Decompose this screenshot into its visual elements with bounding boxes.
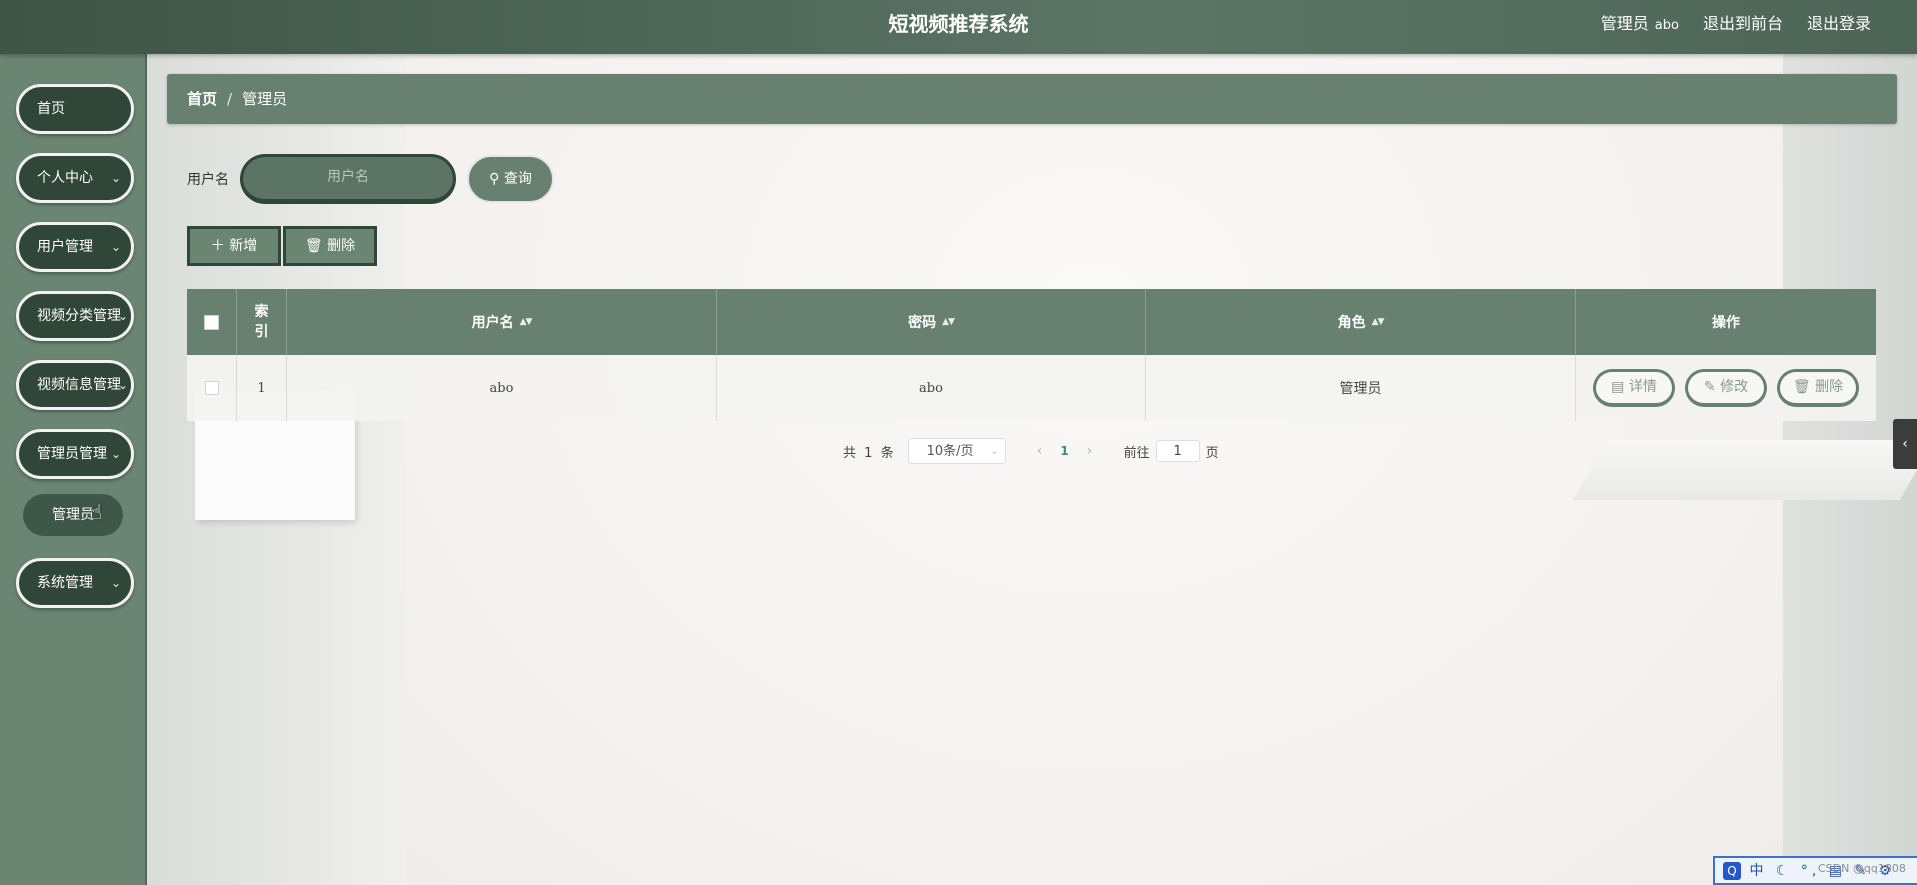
chevron-left-icon: ‹ <box>1902 436 1908 452</box>
trash-icon: 🗑 <box>304 238 323 254</box>
row-delete-button[interactable]: 🗑 删除 <box>1777 369 1859 407</box>
row-actions: ▤ 详情 ✎ 修改 🗑 删除 <box>1576 355 1876 421</box>
select-all-checkbox[interactable] <box>204 314 219 330</box>
sidebar-item-label: 用户管理 <box>37 239 93 255</box>
table-header: 索引 用户名 ▲▼ 密码 ▲▼ 角色 ▲▼ 操作 <box>187 289 1876 355</box>
admin-table: 索引 用户名 ▲▼ 密码 ▲▼ 角色 ▲▼ 操作 1 abo abo 管理员 ▤ 详情… <box>187 289 1876 421</box>
header-password-label: 密码 <box>908 315 937 331</box>
trash-icon: 🗑 <box>1792 379 1811 395</box>
search-icon: ⚲ <box>489 171 500 187</box>
batch-delete-button[interactable]: 🗑 删除 <box>283 226 377 266</box>
sidebar-item-video-categories[interactable]: 视频分类管理 ⌄ <box>16 291 134 341</box>
header-ops: 操作 <box>1576 289 1876 355</box>
background-shelf <box>1572 440 1917 500</box>
user-role: 管理员 <box>1600 14 1649 33</box>
search-label: 用户名 <box>187 172 229 188</box>
row-delete-button-label: 删除 <box>1815 379 1844 395</box>
logout-link[interactable]: 退出登录 <box>1807 0 1871 48</box>
breadcrumb: 首页 / 管理员 <box>167 74 1897 124</box>
header-role[interactable]: 角色 ▲▼ <box>1146 289 1576 355</box>
breadcrumb-current: 管理员 <box>242 90 288 108</box>
sidebar-item-label: 系统管理 <box>37 575 93 591</box>
row-password: abo <box>717 355 1146 421</box>
goto-suffix: 页 <box>1205 445 1219 461</box>
back-to-front-link[interactable]: 退出到前台 <box>1703 0 1783 48</box>
chevron-down-icon: ⌄ <box>110 240 121 254</box>
sidebar-item-admin-management[interactable]: 管理员管理 ⌄ <box>16 429 134 479</box>
plus-icon: ＋ <box>210 238 225 254</box>
document-icon: ▤ <box>1611 379 1625 395</box>
row-role: 管理员 <box>1146 355 1576 421</box>
watermark: CSDN @qq1808 <box>1818 862 1906 875</box>
breadcrumb-home[interactable]: 首页 <box>187 90 217 108</box>
row-index: 1 <box>237 355 287 421</box>
total-prefix: 共 <box>843 445 857 461</box>
sidebar-item-label: 个人中心 <box>37 170 93 186</box>
header-password[interactable]: 密码 ▲▼ <box>717 289 1146 355</box>
chevron-down-icon: ⌄ <box>110 447 121 461</box>
row-checkbox-cell <box>187 355 237 421</box>
delete-button-label: 删除 <box>327 238 356 254</box>
sort-icon[interactable]: ▲▼ <box>520 317 533 327</box>
sidebar-item-label: 管理员管理 <box>37 446 107 462</box>
chevron-down-icon: ⌄ <box>117 309 128 323</box>
page-size-value: 10条/页 <box>926 444 974 459</box>
sidebar-item-label: 视频分类管理 <box>37 308 121 324</box>
hand-cursor-icon: ☝ <box>90 500 103 524</box>
sidebar-subitem-admin[interactable]: 管理员 <box>23 494 123 536</box>
sidebar-item-label: 视频信息管理 <box>37 377 121 393</box>
top-bar: 短视频推荐系统 管理员 abo 退出到前台 退出登录 <box>0 0 1917 54</box>
header-ops-label: 操作 <box>1712 315 1740 331</box>
header-index-label: 索引 <box>254 304 269 340</box>
username-search-input[interactable]: 用户名 <box>240 154 456 204</box>
total-count: 1 <box>864 445 873 461</box>
chevron-down-icon: ⌄ <box>117 378 128 392</box>
collapse-panel-button[interactable]: ‹ <box>1893 419 1917 469</box>
edit-icon: ✎ <box>1703 379 1716 395</box>
breadcrumb-separator: / <box>227 90 233 108</box>
top-right-nav: 管理员 abo 退出到前台 退出登录 <box>1601 0 1871 48</box>
sort-icon[interactable]: ▲▼ <box>1372 317 1385 327</box>
header-index: 索引 <box>237 289 287 355</box>
goto-label: 前往 <box>1123 445 1150 461</box>
header-username[interactable]: 用户名 ▲▼ <box>287 289 717 355</box>
sidebar-item-system[interactable]: 系统管理 ⌄ <box>16 558 134 608</box>
sidebar-item-profile[interactable]: 个人中心 ⌄ <box>16 153 134 203</box>
detail-button[interactable]: ▤ 详情 <box>1593 369 1675 407</box>
page-size-select[interactable]: 10条/页 ⌄ <box>907 438 1006 464</box>
header-checkbox-cell <box>187 289 237 355</box>
prev-page-button[interactable]: ‹ <box>1028 443 1052 459</box>
row-checkbox[interactable] <box>204 381 219 395</box>
sidebar: 首页 个人中心 ⌄ 用户管理 ⌄ 视频分类管理 ⌄ 视频信息管理 ⌄ 管理员管理… <box>0 54 147 885</box>
edit-button[interactable]: ✎ 修改 <box>1685 369 1767 407</box>
current-user: 管理员 abo <box>1601 0 1679 48</box>
search-button[interactable]: ⚲ 查询 <box>467 155 554 203</box>
edit-button-label: 修改 <box>1720 379 1749 395</box>
pagination-total: 共 1 条 <box>843 442 894 461</box>
header-role-label: 角色 <box>1337 315 1366 331</box>
sort-icon[interactable]: ▲▼ <box>942 317 955 327</box>
sidebar-item-home[interactable]: 首页 <box>16 84 134 134</box>
row-username: abo <box>287 355 717 421</box>
sidebar-item-users[interactable]: 用户管理 ⌄ <box>16 222 134 272</box>
chevron-down-icon: ⌄ <box>990 446 999 457</box>
user-name: abo <box>1654 18 1679 33</box>
chevron-down-icon: ⌄ <box>110 576 121 590</box>
add-button-label: 新增 <box>229 238 258 254</box>
ime-logo-icon: Q <box>1723 862 1741 880</box>
table-row: 1 abo abo 管理员 ▤ 详情 ✎ 修改 🗑 删除 <box>187 355 1876 421</box>
next-page-button[interactable]: › <box>1078 443 1102 459</box>
sidebar-item-video-info[interactable]: 视频信息管理 ⌄ <box>16 360 134 410</box>
detail-button-label: 详情 <box>1628 379 1657 395</box>
goto-page-input[interactable]: 1 <box>1155 440 1200 462</box>
add-button[interactable]: ＋ 新增 <box>187 226 281 266</box>
total-suffix: 条 <box>880 445 894 461</box>
header-username-label: 用户名 <box>471 315 514 331</box>
background-room <box>400 54 1783 885</box>
pagination: 共 1 条 10条/页 ⌄ ‹ 1 › 前往 1 页 <box>843 437 1219 465</box>
page-number-current[interactable]: 1 <box>1052 444 1078 458</box>
chevron-down-icon: ⌄ <box>110 171 121 185</box>
sidebar-item-label: 首页 <box>37 101 65 117</box>
search-button-label: 查询 <box>503 171 532 187</box>
